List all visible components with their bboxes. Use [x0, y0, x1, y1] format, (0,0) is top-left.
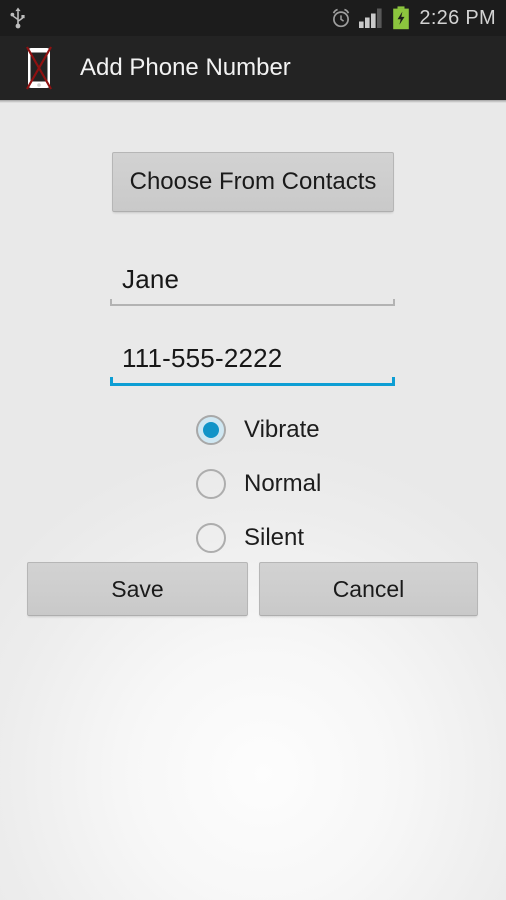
- status-bar-left-icons: [8, 7, 28, 29]
- usb-icon: [8, 7, 28, 29]
- battery-charging-icon: [392, 6, 410, 30]
- radio-option-vibrate[interactable]: Vibrate: [196, 403, 496, 457]
- radio-label: Normal: [244, 470, 322, 497]
- radio-button-icon[interactable]: [196, 523, 226, 553]
- name-input[interactable]: [110, 258, 395, 306]
- form-content: Choose From Contacts Vibrate Normal Sile…: [0, 100, 506, 900]
- ringer-mode-radio-group: Vibrate Normal Silent: [196, 403, 496, 565]
- status-bar-clock: 2:26 PM: [419, 7, 496, 29]
- phone-field-tick-left: [110, 377, 113, 386]
- action-bar: Add Phone Number: [0, 36, 506, 100]
- radio-option-silent[interactable]: Silent: [196, 511, 496, 565]
- phone-blocked-icon[interactable]: [22, 45, 56, 91]
- choose-from-contacts-button[interactable]: Choose From Contacts: [112, 152, 394, 212]
- cancel-button[interactable]: Cancel: [259, 562, 478, 616]
- signal-bars-icon: [359, 7, 385, 29]
- name-field-tick-left: [110, 299, 112, 306]
- android-screen: 2:26 PM Add Phone Number Choose From Con…: [0, 0, 506, 900]
- save-button[interactable]: Save: [27, 562, 248, 616]
- radio-label: Vibrate: [244, 416, 320, 443]
- radio-label: Silent: [244, 524, 305, 551]
- status-bar[interactable]: 2:26 PM: [0, 0, 506, 36]
- radio-option-normal[interactable]: Normal: [196, 457, 496, 511]
- phone-field-tick-right: [392, 377, 395, 386]
- radio-button-icon[interactable]: [196, 469, 226, 499]
- name-field-tick-right: [393, 299, 395, 306]
- radio-button-icon[interactable]: [196, 415, 226, 445]
- phone-number-input[interactable]: [110, 338, 395, 386]
- alarm-clock-icon: [330, 7, 352, 29]
- page-title: Add Phone Number: [80, 54, 291, 81]
- status-bar-right-icons: 2:26 PM: [330, 6, 496, 30]
